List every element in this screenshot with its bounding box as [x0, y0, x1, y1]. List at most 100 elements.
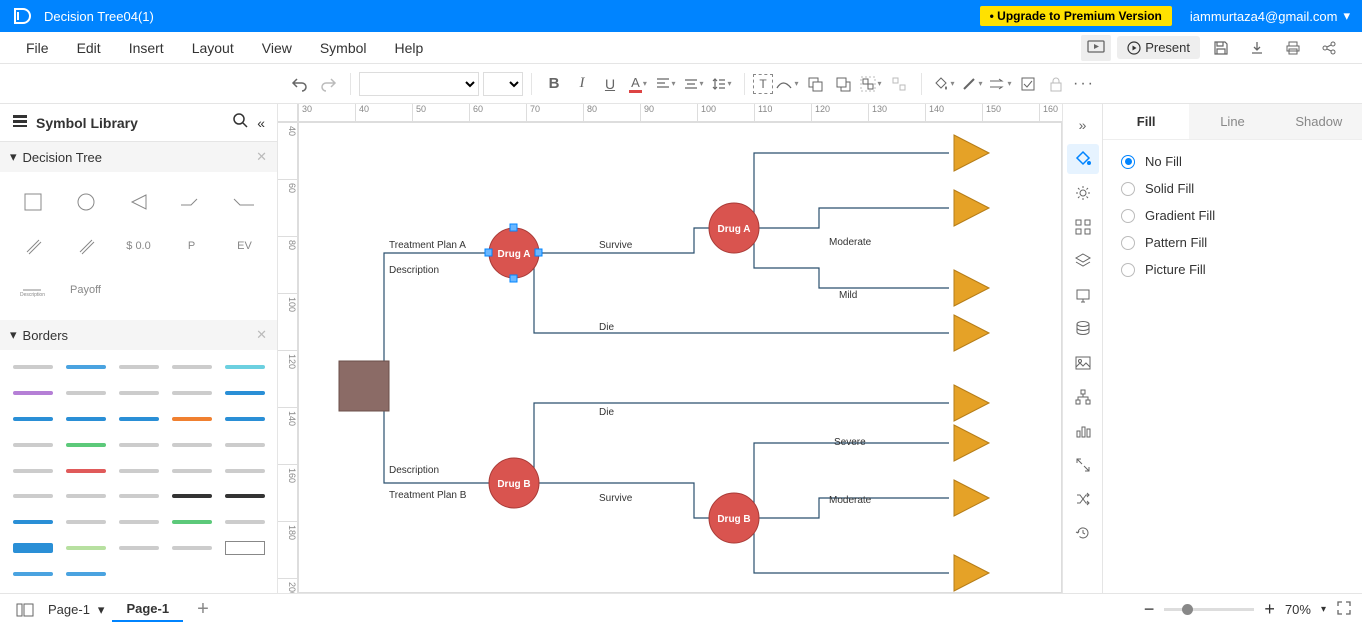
border-item[interactable]: [167, 539, 216, 557]
symbol-slash2[interactable]: [61, 226, 110, 266]
settings-rail-icon[interactable]: [1067, 178, 1099, 208]
page-select[interactable]: Page-1 ▾: [40, 602, 112, 618]
border-item[interactable]: [114, 462, 163, 480]
border-item[interactable]: [8, 436, 57, 454]
symbol-cost[interactable]: $ 0.0: [114, 226, 163, 266]
border-item[interactable]: [8, 565, 57, 583]
outcome-node[interactable]: [954, 135, 989, 171]
underline-button[interactable]: U: [596, 70, 624, 98]
checkbox-button[interactable]: [1014, 70, 1042, 98]
lock-button[interactable]: [1042, 70, 1070, 98]
share-icon[interactable]: [1314, 35, 1344, 61]
outcome-node[interactable]: [954, 270, 989, 306]
grid-rail-icon[interactable]: [1067, 212, 1099, 242]
page-tab[interactable]: Page-1: [112, 597, 183, 622]
image-rail-icon[interactable]: [1067, 348, 1099, 378]
add-page-button[interactable]: +: [183, 598, 223, 621]
menu-view[interactable]: View: [248, 40, 306, 56]
border-item[interactable]: [220, 410, 269, 428]
border-item[interactable]: [114, 358, 163, 376]
layers-rail-icon[interactable]: [1067, 246, 1099, 276]
save-icon[interactable]: [1206, 35, 1236, 61]
line-spacing-button[interactable]: ▾: [708, 70, 736, 98]
zoom-out-button[interactable]: −: [1144, 599, 1155, 620]
border-item[interactable]: [114, 384, 163, 402]
fill-tab-icon[interactable]: [1067, 144, 1099, 174]
page-layout-icon[interactable]: [10, 597, 40, 623]
text-tool-button[interactable]: T: [753, 74, 773, 94]
connector-button[interactable]: ▾: [773, 70, 801, 98]
border-item[interactable]: [167, 436, 216, 454]
menu-help[interactable]: Help: [381, 40, 438, 56]
tab-fill[interactable]: Fill: [1103, 104, 1189, 139]
menu-symbol[interactable]: Symbol: [306, 40, 381, 56]
root-node[interactable]: [339, 361, 389, 411]
fill-option-pattern[interactable]: Pattern Fill: [1121, 235, 1344, 250]
border-item[interactable]: [167, 358, 216, 376]
slideshow-icon[interactable]: [1081, 35, 1111, 61]
outcome-node[interactable]: [954, 480, 989, 516]
font-size-select[interactable]: [483, 72, 523, 96]
outcome-node[interactable]: [954, 315, 989, 351]
font-color-button[interactable]: A▾: [624, 70, 652, 98]
redo-button[interactable]: [314, 70, 342, 98]
upgrade-button[interactable]: • Upgrade to Premium Version: [980, 6, 1172, 26]
border-item[interactable]: [114, 539, 163, 557]
border-item[interactable]: [220, 539, 269, 557]
collapse-icon[interactable]: «: [257, 115, 265, 131]
border-item[interactable]: [220, 462, 269, 480]
font-family-select[interactable]: [359, 72, 479, 96]
symbol-payoff[interactable]: Payoff: [61, 270, 110, 310]
diagram-svg[interactable]: Drug A Drug A Drug B Drug B: [299, 123, 1059, 593]
ungroup-button[interactable]: [885, 70, 913, 98]
symbol-square[interactable]: [8, 182, 57, 222]
symbol-circle[interactable]: [61, 182, 110, 222]
shape-back-button[interactable]: [829, 70, 857, 98]
download-icon[interactable]: [1242, 35, 1272, 61]
present-button[interactable]: Present: [1117, 36, 1200, 59]
border-item[interactable]: [61, 462, 110, 480]
search-icon[interactable]: [233, 113, 249, 132]
border-item[interactable]: [61, 513, 110, 531]
group-button[interactable]: ▾: [857, 70, 885, 98]
arrows-button[interactable]: ▾: [986, 70, 1014, 98]
section-decision-tree[interactable]: ▾ Decision Tree ✕: [0, 142, 277, 172]
border-item[interactable]: [61, 410, 110, 428]
border-item[interactable]: [114, 410, 163, 428]
symbol-desc[interactable]: Description: [8, 270, 57, 310]
border-item[interactable]: [8, 358, 57, 376]
border-item[interactable]: [220, 513, 269, 531]
outcome-node[interactable]: [954, 555, 989, 591]
shuffle-rail-icon[interactable]: [1067, 484, 1099, 514]
user-account-menu[interactable]: iammurtaza4@gmail.com ▾: [1190, 8, 1350, 24]
border-item[interactable]: [220, 487, 269, 505]
symbol-slash1[interactable]: [8, 226, 57, 266]
border-item[interactable]: [8, 410, 57, 428]
present-rail-icon[interactable]: [1067, 280, 1099, 310]
border-item[interactable]: [61, 487, 110, 505]
paper[interactable]: Drug A Drug A Drug B Drug B: [298, 122, 1062, 593]
database-rail-icon[interactable]: [1067, 314, 1099, 344]
border-item[interactable]: [61, 358, 110, 376]
border-item[interactable]: [61, 539, 110, 557]
close-icon[interactable]: ✕: [256, 327, 267, 343]
menu-layout[interactable]: Layout: [178, 40, 248, 56]
fullscreen-icon[interactable]: [1336, 600, 1352, 619]
border-item[interactable]: [61, 565, 110, 583]
border-item[interactable]: [167, 410, 216, 428]
tree-rail-icon[interactable]: [1067, 382, 1099, 412]
fill-button[interactable]: ▾: [930, 70, 958, 98]
tab-line[interactable]: Line: [1189, 104, 1275, 139]
border-item[interactable]: [220, 384, 269, 402]
border-item[interactable]: [167, 462, 216, 480]
zoom-slider[interactable]: [1164, 608, 1254, 611]
zoom-in-button[interactable]: +: [1264, 599, 1275, 620]
border-item[interactable]: [8, 462, 57, 480]
symbol-p[interactable]: P: [167, 226, 216, 266]
undo-button[interactable]: [286, 70, 314, 98]
history-rail-icon[interactable]: [1067, 518, 1099, 548]
menu-insert[interactable]: Insert: [115, 40, 178, 56]
border-item[interactable]: [114, 513, 163, 531]
border-item[interactable]: [167, 513, 216, 531]
canvas[interactable]: 30405060708090100110120130140150160 4060…: [278, 104, 1062, 593]
